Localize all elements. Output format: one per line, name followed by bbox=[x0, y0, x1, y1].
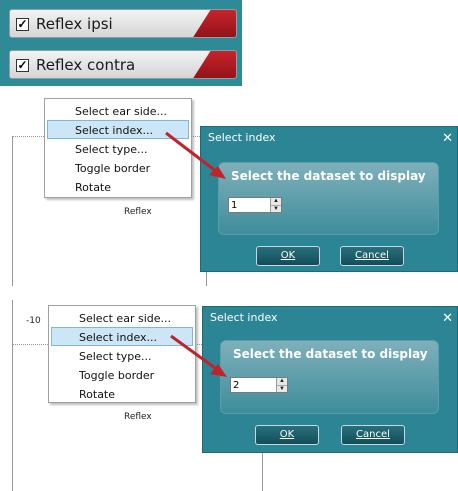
reflex-contra-indicator bbox=[192, 51, 236, 78]
scene-2: -10 Reflex Select ear side... Select ind… bbox=[0, 300, 458, 491]
reflex-ipsi-checkbox[interactable]: ✓ bbox=[16, 18, 29, 31]
reflex-contra-checkbox[interactable]: ✓ bbox=[16, 59, 29, 72]
reflex-ipsi-indicator bbox=[192, 10, 236, 37]
pointer-arrow-icon bbox=[165, 131, 226, 179]
reflex-contra-label: Reflex contra bbox=[36, 56, 136, 74]
reflex-ipsi-toggle[interactable]: ✓ Reflex ipsi bbox=[9, 9, 237, 38]
reflex-contra-toggle[interactable]: ✓ Reflex contra bbox=[9, 50, 237, 79]
reflex-ipsi-label: Reflex ipsi bbox=[36, 15, 113, 33]
scene-1: Reflex Select ear side... Select index..… bbox=[0, 96, 458, 286]
pointer-arrow-icon bbox=[170, 334, 227, 377]
reflex-toggle-panel: ✓ Reflex ipsi ✓ Reflex contra bbox=[0, 0, 242, 86]
